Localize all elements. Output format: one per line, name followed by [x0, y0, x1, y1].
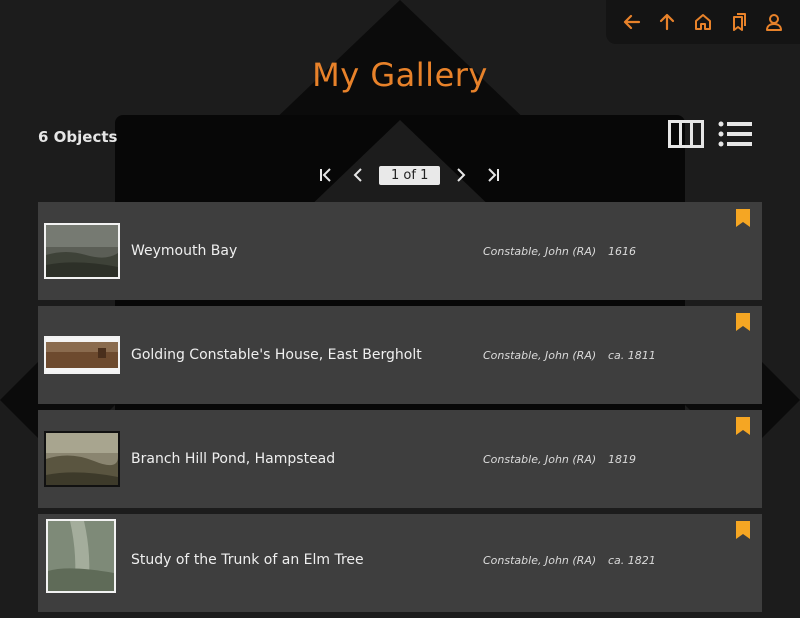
next-page-icon[interactable]	[450, 164, 472, 186]
top-toolbar	[606, 0, 800, 44]
object-title[interactable]: Golding Constable's House, East Bergholt	[131, 347, 422, 363]
grid-view-icon[interactable]	[668, 120, 704, 152]
list-item[interactable]: Weymouth Bay Constable, John (RA) 1616	[38, 202, 762, 300]
object-title[interactable]: Branch Hill Pond, Hampstead	[131, 451, 335, 467]
object-list: Weymouth Bay Constable, John (RA) 1616 G…	[38, 202, 762, 618]
object-artist: Constable, John (RA)	[483, 244, 597, 258]
object-artist: Constable, John (RA)	[483, 348, 597, 362]
view-switcher	[668, 120, 754, 152]
page-title: My Gallery	[312, 56, 488, 94]
bookmark-icon[interactable]	[736, 313, 750, 331]
bookmarks-icon[interactable]	[727, 10, 751, 34]
prev-page-icon[interactable]	[347, 164, 369, 186]
artwork-thumbnail[interactable]	[46, 519, 116, 593]
object-date: 1616	[608, 244, 636, 258]
last-page-icon[interactable]	[482, 164, 504, 186]
object-artist: Constable, John (RA)	[483, 554, 597, 567]
pagination: 1 of 1	[315, 164, 504, 186]
list-item[interactable]: Golding Constable's House, East Bergholt…	[38, 306, 762, 404]
bookmark-icon[interactable]	[736, 209, 750, 227]
home-icon[interactable]	[691, 10, 715, 34]
back-arrow-icon[interactable]	[620, 10, 644, 34]
list-item[interactable]: Study of the Trunk of an Elm Tree Consta…	[38, 514, 762, 612]
object-title[interactable]: Weymouth Bay	[131, 243, 237, 259]
object-date: ca. 1821	[608, 554, 656, 567]
page-indicator[interactable]: 1 of 1	[379, 165, 441, 185]
list-view-icon[interactable]	[718, 120, 754, 152]
object-title[interactable]: Study of the Trunk of an Elm Tree	[131, 552, 364, 568]
bookmark-icon[interactable]	[736, 417, 750, 435]
object-date: 1819	[608, 452, 636, 466]
up-arrow-icon[interactable]	[655, 10, 679, 34]
object-date: ca. 1811	[608, 348, 656, 362]
object-artist: Constable, John (RA)	[483, 452, 597, 466]
artwork-thumbnail[interactable]	[44, 336, 120, 374]
bookmark-icon[interactable]	[736, 521, 750, 539]
user-icon[interactable]	[762, 10, 786, 34]
artwork-thumbnail[interactable]	[44, 223, 120, 279]
first-page-icon[interactable]	[315, 164, 337, 186]
object-count: 6 Objects	[38, 128, 118, 146]
artwork-thumbnail[interactable]	[44, 431, 120, 487]
list-item[interactable]: Branch Hill Pond, Hampstead Constable, J…	[38, 410, 762, 508]
